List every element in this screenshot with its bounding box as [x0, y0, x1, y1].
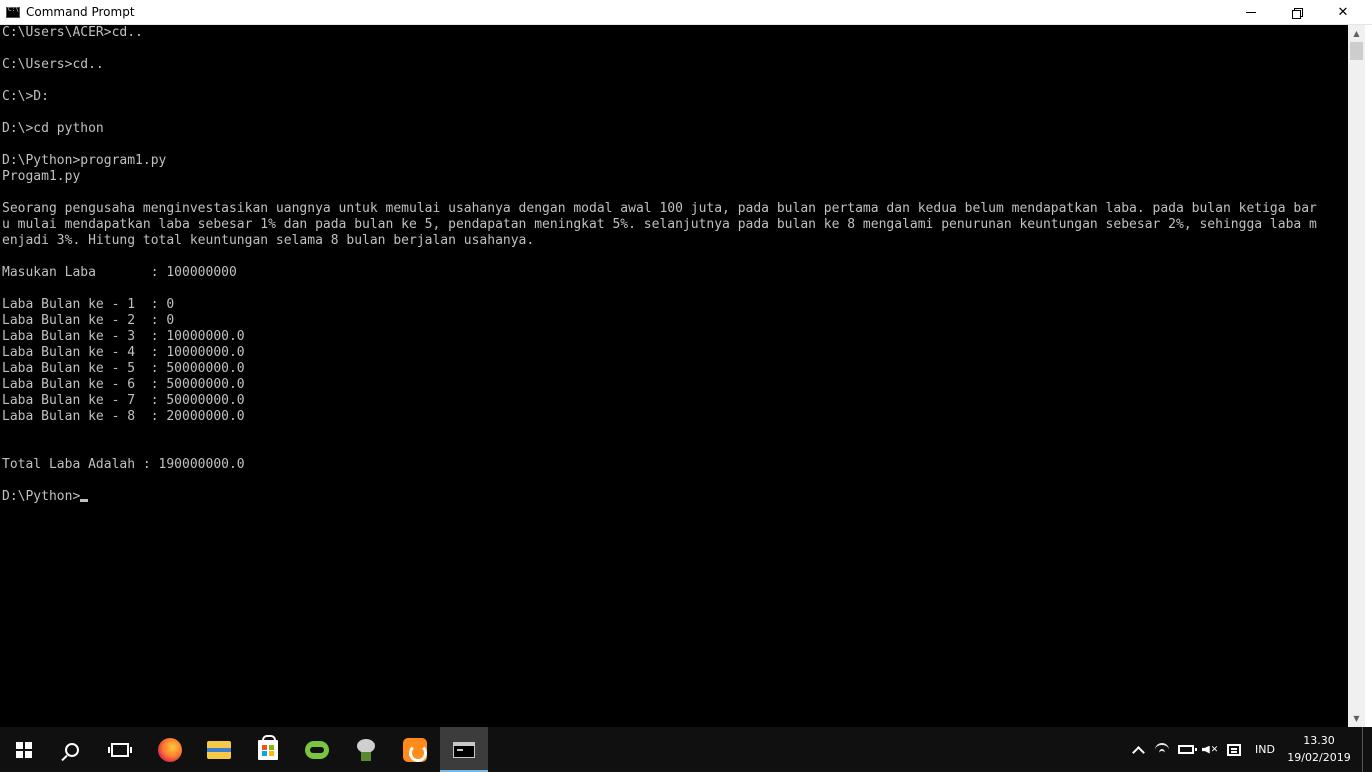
taskbar-app-uc-browser[interactable] [391, 727, 439, 772]
console-line: Laba Bulan ke - 3 : 10000000.0 [2, 329, 245, 344]
console-line: C:\Users\ACER>cd.. [2, 25, 143, 40]
taskbar-app-bonsai[interactable] [342, 727, 390, 772]
taskbar-app-store[interactable] [244, 727, 292, 772]
taskbar-app-firefox[interactable] [146, 727, 194, 772]
volume-button[interactable]: ✕ [1198, 727, 1222, 772]
console-line: C:\Users>cd.. [2, 57, 104, 72]
mute-x-icon: ✕ [1210, 744, 1219, 755]
wifi-icon [1155, 742, 1169, 757]
cmd-app-icon[interactable] [6, 6, 20, 18]
folder-icon [207, 740, 231, 759]
search-icon [65, 742, 79, 757]
text-cursor [80, 499, 89, 502]
console-line: C:\>D: [2, 89, 49, 104]
search-button[interactable] [48, 727, 96, 772]
minimize-button[interactable] [1228, 0, 1274, 25]
show-desktop-button[interactable] [1362, 727, 1372, 772]
close-button[interactable]: ✕ [1320, 0, 1366, 25]
wechat-icon [305, 740, 329, 759]
scroll-up-arrow-icon[interactable]: ▲ [1348, 25, 1365, 42]
title-bar[interactable]: Command Prompt ✕ [0, 0, 1372, 25]
notification-icon [1227, 743, 1241, 756]
start-button[interactable] [0, 727, 48, 772]
console-line: Laba Bulan ke - 1 : 0 [2, 297, 175, 312]
restore-icon [1292, 8, 1303, 19]
bonsai-icon [355, 738, 377, 762]
input-language-button[interactable]: IND [1252, 727, 1278, 772]
uc-browser-icon [403, 737, 427, 762]
console-line: Laba Bulan ke - 4 : 10000000.0 [2, 345, 245, 360]
task-view-icon [108, 742, 132, 757]
vertical-scrollbar[interactable]: ▲ ▼ [1348, 25, 1365, 727]
volume-muted-icon [1201, 745, 1210, 754]
console-line: enjadi 3%. Hitung total keuntungan selam… [2, 233, 535, 248]
scroll-down-arrow-icon[interactable]: ▼ [1348, 710, 1365, 727]
window-title: Command Prompt [26, 5, 135, 19]
console-line: Progam1.py [2, 169, 81, 184]
battery-button[interactable] [1174, 727, 1198, 772]
console-prompt: D:\Python> [2, 489, 81, 504]
window-edge [1365, 25, 1372, 727]
console-output[interactable]: C:\Users\ACER>cd.. C:\Users>cd.. C:\>D: D:\… [0, 25, 1348, 727]
action-center-button[interactable] [1222, 727, 1246, 772]
console-line: Seorang pengusaha menginvestasikan uangn… [2, 201, 1317, 216]
console-lines: C:\Users\ACER>cd.. C:\Users>cd.. C:\>D: D:\… [0, 25, 1348, 489]
chevron-up-icon [1131, 745, 1145, 759]
console-prompt-line[interactable]: D:\Python> [0, 489, 1348, 505]
console-line: Laba Bulan ke - 5 : 50000000.0 [2, 361, 245, 376]
console-line: D:\Python>program1.py [2, 153, 167, 168]
firefox-icon [158, 737, 182, 762]
taskbar-app-file-explorer[interactable] [195, 727, 243, 772]
taskbar-app-wechat[interactable] [293, 727, 341, 772]
console-line: Laba Bulan ke - 2 : 0 [2, 313, 175, 328]
taskbar-app-command-prompt[interactable] [440, 727, 488, 772]
console-line: Laba Bulan ke - 8 : 20000000.0 [2, 409, 245, 424]
clock-date: 19/02/2019 [1287, 751, 1351, 764]
console-line: Laba Bulan ke - 7 : 50000000.0 [2, 393, 245, 408]
cmd-icon [453, 741, 475, 758]
console-line: Masukan Laba : 100000000 [2, 265, 237, 280]
console-line: u mulai mendapatkan laba sebesar 1% dan … [2, 217, 1317, 232]
restore-button[interactable] [1274, 0, 1320, 25]
console-line: Total Laba Adalah : 190000000.0 [2, 457, 245, 472]
battery-icon [1178, 745, 1197, 754]
scrollbar-thumb[interactable] [1350, 42, 1363, 60]
clock-time: 13.30 [1303, 734, 1335, 747]
network-button[interactable] [1150, 727, 1174, 772]
task-view-button[interactable] [96, 727, 144, 772]
clock-button[interactable]: 13.30 19/02/2019 [1284, 732, 1354, 768]
taskbar: ✕ IND 13.30 19/02/2019 [0, 727, 1372, 772]
console-line: Laba Bulan ke - 6 : 50000000.0 [2, 377, 245, 392]
store-icon [258, 734, 278, 760]
show-hidden-icons-button[interactable] [1126, 727, 1150, 772]
minimize-icon [1246, 12, 1256, 13]
console-line: D:\>cd python [2, 121, 104, 136]
windows-logo-icon [16, 741, 32, 758]
close-icon: ✕ [1337, 5, 1349, 20]
